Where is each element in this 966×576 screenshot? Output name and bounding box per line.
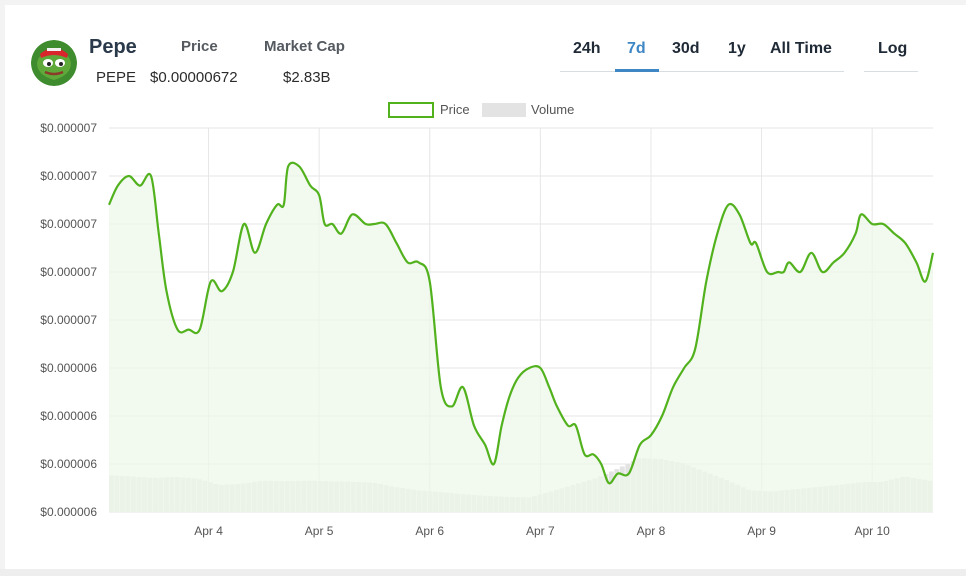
y-axis-ticks: $0.000007 $0.000007 $0.000007 $0.000007 $0.0… xyxy=(40,121,97,519)
price-chart: $0.000007 $0.000007 $0.000007 $0.000007 $0.0… xyxy=(40,102,935,538)
legend-volume-swatch[interactable] xyxy=(482,103,526,117)
y-tick-label: $0.000006 xyxy=(40,409,97,423)
legend-price-swatch[interactable] xyxy=(388,102,434,118)
x-tick-label: Apr 6 xyxy=(415,524,444,538)
x-tick-label: Apr 5 xyxy=(305,524,334,538)
y-tick-label: $0.000006 xyxy=(40,361,97,375)
y-tick-label: $0.000006 xyxy=(40,457,97,471)
y-tick-label: $0.000007 xyxy=(40,217,97,231)
y-tick-label: $0.000007 xyxy=(40,265,97,279)
y-tick-label: $0.000007 xyxy=(40,313,97,327)
x-tick-label: Apr 7 xyxy=(526,524,555,538)
x-axis-ticks: Apr 4 Apr 5 Apr 6 Apr 7 Apr 8 Apr 9 Apr 10 xyxy=(194,524,890,538)
legend-volume-label: Volume xyxy=(531,102,574,117)
price-area xyxy=(109,162,933,512)
y-tick-label: $0.000006 xyxy=(40,505,97,519)
x-tick-label: Apr 10 xyxy=(854,524,890,538)
x-tick-label: Apr 9 xyxy=(747,524,776,538)
x-tick-label: Apr 8 xyxy=(637,524,666,538)
legend-price-label: Price xyxy=(440,102,470,117)
chart-legend: Price Volume xyxy=(388,102,574,118)
y-tick-label: $0.000007 xyxy=(40,169,97,183)
x-tick-label: Apr 4 xyxy=(194,524,223,538)
y-tick-label: $0.000007 xyxy=(40,121,97,135)
